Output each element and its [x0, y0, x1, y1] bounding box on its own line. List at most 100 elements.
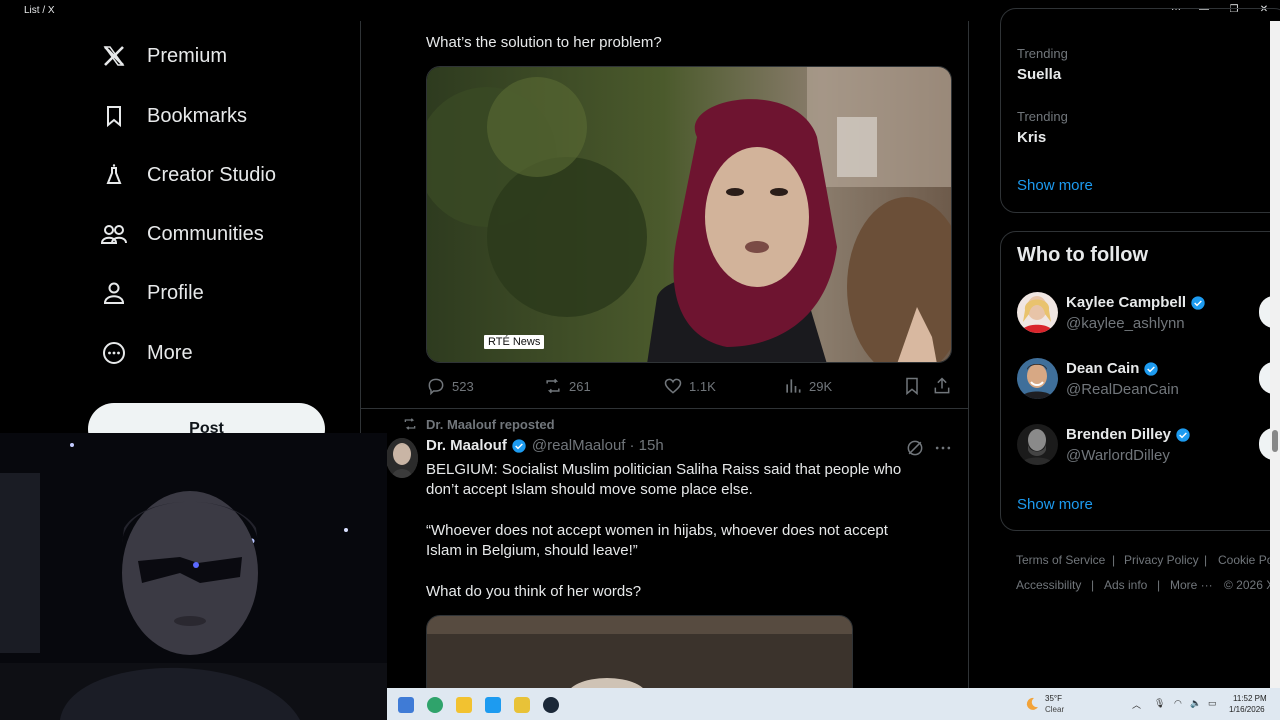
- tweet2-author-row: Dr. Maalouf @realMaalouf · 15h: [426, 437, 664, 454]
- follow-user-handle-2[interactable]: @RealDeanCain: [1066, 381, 1179, 398]
- calculator-icon[interactable]: [398, 697, 414, 713]
- bookmark-icon: [100, 102, 128, 130]
- follow-user-name-3[interactable]: Brenden Dilley: [1066, 426, 1191, 443]
- avatar[interactable]: [1017, 358, 1058, 399]
- trend-name-2[interactable]: Kris: [1017, 129, 1046, 146]
- repost-small-icon: [404, 418, 416, 430]
- twitter-app-icon[interactable]: [485, 697, 501, 713]
- volume-icon[interactable]: 🔈: [1190, 698, 1201, 709]
- x-logo-icon: [100, 42, 128, 70]
- who-to-follow-title: Who to follow: [1017, 244, 1149, 266]
- views-button[interactable]: 29K: [783, 376, 832, 396]
- footer-separator: |: [1112, 553, 1116, 567]
- tweet2-para3: What do you think of her words?: [426, 583, 642, 600]
- tweet-time[interactable]: · 15h: [629, 437, 663, 454]
- verified-badge-icon: [1176, 427, 1190, 442]
- weather-condition[interactable]: Clear: [1045, 705, 1064, 714]
- rte-news-badge: RTÉ News: [484, 335, 545, 349]
- tweet-divider: [361, 408, 968, 409]
- like-count: 1.1K: [689, 378, 716, 394]
- browser-icon[interactable]: [427, 697, 443, 713]
- clock-time[interactable]: 11:52 PM: [1233, 694, 1267, 703]
- nav-item-communities[interactable]: Communities: [100, 214, 264, 254]
- trend-name-1[interactable]: Suella: [1017, 66, 1061, 83]
- people-icon: [100, 220, 128, 248]
- tweet2-media[interactable]: [426, 615, 853, 695]
- nav-label-creator-studio: Creator Studio: [147, 163, 276, 186]
- trend-label-2: Trending: [1017, 109, 1068, 124]
- bookmark-button[interactable]: [902, 376, 928, 396]
- wifi-icon[interactable]: ◠: [1174, 698, 1182, 709]
- footer-separator: |: [1204, 553, 1208, 567]
- cookie-link[interactable]: Cookie Po: [1218, 553, 1273, 567]
- media-preview-image: [427, 616, 852, 694]
- author-handle[interactable]: @realMaalouf: [532, 437, 626, 454]
- window-title: List / X: [24, 5, 55, 16]
- footer-separator: |: [1157, 578, 1161, 592]
- microphone-icon[interactable]: 🎙: [1154, 698, 1165, 709]
- tweet2-para2: “Whoever does not accept women in hijabs…: [426, 522, 888, 559]
- avatar[interactable]: [1017, 424, 1058, 465]
- repost-icon: [546, 378, 560, 394]
- puzzle-app-icon[interactable]: [514, 697, 530, 713]
- nav-item-profile[interactable]: Profile: [100, 273, 204, 313]
- person-icon: [100, 279, 128, 307]
- views-count: 29K: [809, 378, 833, 394]
- follow-user-name-2[interactable]: Dean Cain: [1066, 360, 1159, 377]
- reply-button[interactable]: 523: [426, 376, 474, 396]
- nav-label-communities: Communities: [147, 222, 264, 245]
- follow-user-handle-1[interactable]: @kaylee_ashlynn: [1066, 315, 1185, 332]
- tweet1-text: What’s the solution to her problem?: [426, 34, 662, 51]
- tweet1-video[interactable]: RTÉ News: [426, 66, 952, 363]
- privacy-link[interactable]: Privacy Policy: [1124, 553, 1199, 567]
- steam-icon[interactable]: [543, 697, 559, 713]
- views-icon: [786, 379, 801, 393]
- tweet2-para1: BELGIUM: Socialist Muslim politician Sal…: [426, 461, 902, 498]
- avatar[interactable]: [1017, 292, 1058, 333]
- flask-icon: [100, 161, 128, 189]
- weather-temperature[interactable]: 35°F: [1045, 694, 1062, 703]
- trending-show-more-link[interactable]: Show more: [1017, 177, 1093, 194]
- video-frame-image: [427, 67, 951, 362]
- webcam-overlay: [0, 433, 387, 720]
- more-options-icon[interactable]: [933, 438, 953, 458]
- avatar[interactable]: [386, 438, 418, 478]
- nav-label-bookmarks: Bookmarks: [147, 104, 248, 127]
- copyright-text: © 2026 X: [1224, 578, 1275, 592]
- who-to-follow-show-more-link[interactable]: Show more: [1017, 496, 1093, 513]
- reply-icon: [428, 378, 444, 396]
- nav-item-creator-studio[interactable]: Creator Studio: [100, 155, 276, 195]
- accessibility-link[interactable]: Accessibility: [1016, 578, 1081, 592]
- battery-icon[interactable]: ▭: [1208, 698, 1217, 709]
- verified-badge-icon: [1191, 295, 1205, 310]
- nav-item-premium[interactable]: Premium: [100, 36, 227, 76]
- share-button[interactable]: [932, 376, 958, 396]
- nav-label-premium: Premium: [147, 44, 228, 67]
- chevron-up-icon[interactable]: ︿: [1132, 698, 1141, 711]
- trend-label-1: Trending: [1017, 46, 1068, 61]
- nav-item-more[interactable]: More: [100, 333, 193, 373]
- grok-icon[interactable]: [905, 438, 925, 458]
- nav-label-more: More: [147, 341, 193, 364]
- more-circle-icon: [100, 339, 128, 367]
- follow-user-handle-3[interactable]: @WarlordDilley: [1066, 447, 1170, 464]
- bookmark-action-icon: [906, 377, 918, 396]
- file-explorer-icon[interactable]: [456, 697, 472, 713]
- repost-label: Dr. Maalouf reposted: [426, 416, 555, 432]
- clock-date[interactable]: 1/16/2026: [1229, 705, 1265, 714]
- like-button[interactable]: 1.1K: [663, 376, 716, 396]
- terms-link[interactable]: Terms of Service: [1016, 553, 1105, 567]
- repost-button[interactable]: 261: [543, 376, 591, 396]
- page-scrollbar[interactable]: [1270, 21, 1280, 688]
- nav-label-profile: Profile: [147, 281, 204, 304]
- moon-weather-icon[interactable]: [1024, 696, 1040, 712]
- follow-user-name-text-3: Brenden Dilley: [1066, 426, 1172, 443]
- footer-more-link[interactable]: More ···: [1170, 578, 1213, 592]
- nav-item-bookmarks[interactable]: Bookmarks: [100, 96, 247, 136]
- heart-icon: [664, 378, 682, 394]
- ads-info-link[interactable]: Ads info: [1104, 578, 1147, 592]
- author-name[interactable]: Dr. Maalouf: [426, 437, 507, 454]
- scrollbar-thumb[interactable]: [1272, 430, 1278, 452]
- verified-badge-icon: [1144, 361, 1159, 376]
- follow-user-name-1[interactable]: Kaylee Campbell: [1066, 294, 1206, 311]
